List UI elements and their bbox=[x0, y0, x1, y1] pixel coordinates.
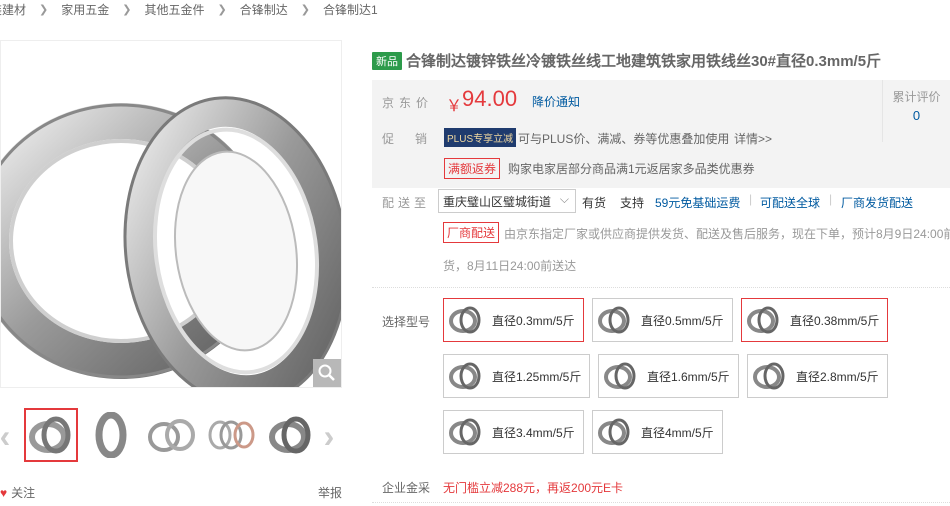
variant-option[interactable]: 直径1.25mm/5斤 bbox=[443, 354, 591, 398]
address-value: 重庆璧山区璧城街道 bbox=[443, 194, 552, 209]
breadcrumb-item[interactable]: 家用五金 bbox=[61, 1, 109, 18]
heart-icon: ♥ bbox=[0, 485, 8, 500]
main-product-image[interactable] bbox=[0, 40, 342, 388]
service-free-shipping[interactable]: 59元免基础运费 bbox=[655, 194, 740, 211]
variant-thumbnail bbox=[446, 357, 486, 395]
support-label: 支持 bbox=[620, 196, 645, 210]
price-summary: 京东价 ￥ 94.00 降价通知 累计评价 0 促销 PLUS专享立减 可与PL… bbox=[372, 80, 950, 188]
variant-thumbnail bbox=[750, 357, 790, 395]
review-count[interactable]: 0 bbox=[883, 108, 950, 123]
thumbnail[interactable] bbox=[204, 408, 258, 462]
price-currency: ￥ bbox=[446, 98, 463, 115]
variant-option[interactable]: 直径0.5mm/5斤 bbox=[592, 298, 733, 342]
corporate-label: 企业金采 bbox=[382, 481, 431, 495]
breadcrumb-item[interactable]: 其他五金件 bbox=[144, 1, 204, 18]
factory-desc: 由京东指定厂家或供应商提供发货、配送及售后服务，现在下单，预计8月9日24:00… bbox=[504, 227, 950, 241]
variant-option[interactable]: 直径1.6mm/5斤 bbox=[598, 354, 739, 398]
variant-option[interactable]: 直径0.38mm/5斤 bbox=[741, 298, 889, 342]
variant-thumbnail bbox=[744, 301, 784, 339]
search-icon bbox=[318, 364, 335, 381]
promo-desc: 可与PLUS价、满减、券等优惠叠加使用 bbox=[518, 132, 730, 146]
thumbnail[interactable] bbox=[144, 408, 198, 462]
service-global[interactable]: 可配送全球 bbox=[760, 194, 820, 211]
product-title-row: 新品 合锋制达镀锌铁丝冷镀铁丝线工地建筑铁家用铁线丝30#直径0.3mm/5斤 bbox=[372, 50, 950, 71]
zoom-button[interactable] bbox=[313, 359, 341, 387]
variant-option[interactable]: 直径2.8mm/5斤 bbox=[747, 354, 888, 398]
plus-badge: PLUS专享立减 bbox=[444, 128, 517, 147]
factory-desc-2: 货，8月11日24:00前送达 bbox=[443, 259, 577, 273]
variant-option-label: 直径0.38mm/5斤 bbox=[790, 313, 880, 328]
thumb-prev-button[interactable]: ‹ bbox=[0, 418, 14, 454]
variant-option-label: 直径1.6mm/5斤 bbox=[647, 369, 730, 384]
coupon-tag: 满额返券 bbox=[444, 158, 501, 179]
variant-option-label: 直径0.5mm/5斤 bbox=[641, 313, 724, 328]
thumbnail[interactable] bbox=[24, 408, 78, 462]
section-divider bbox=[372, 502, 950, 503]
review-block[interactable]: 累计评价 0 bbox=[882, 80, 950, 142]
variant-thumbnail bbox=[601, 357, 641, 395]
divider: | bbox=[749, 192, 753, 206]
delivery-label: 配送至 bbox=[382, 196, 431, 210]
promo-label: 促销 bbox=[382, 132, 449, 146]
thumbnail[interactable] bbox=[84, 408, 138, 462]
price-label: 京东价 bbox=[382, 96, 434, 110]
review-label: 累计评价 bbox=[892, 90, 941, 104]
variant-thumbnail bbox=[446, 301, 486, 339]
factory-tag: 厂商配送 bbox=[443, 222, 500, 243]
new-badge: 新品 bbox=[372, 51, 402, 70]
breadcrumb-item[interactable]: 合锋制达1 bbox=[323, 1, 378, 18]
breadcrumb: 家装建材 ❯ 家用五金 ❯ 其他五金件 ❯ 合锋制达 ❯ 合锋制达1 bbox=[0, 0, 950, 18]
report-link[interactable]: 举报 bbox=[318, 484, 342, 501]
corporate-desc: 无门槛立减288元，再返200元E卡 bbox=[443, 481, 624, 495]
breadcrumb-item[interactable]: 合锋制达 bbox=[240, 1, 288, 18]
service-factory[interactable]: 厂商发货配送 bbox=[841, 194, 913, 211]
chevron-down-icon: ⌵ bbox=[559, 192, 569, 206]
chevron-right-icon: ❯ bbox=[300, 3, 310, 16]
follow-button[interactable]: ♥ 关注 bbox=[0, 484, 35, 501]
divider: | bbox=[829, 192, 833, 206]
stock-status: 有货 bbox=[582, 196, 607, 210]
thumbnail[interactable] bbox=[264, 408, 318, 462]
variant-option[interactable]: 直径4mm/5斤 bbox=[592, 410, 723, 454]
variant-option[interactable]: 直径0.3mm/5斤 bbox=[443, 298, 584, 342]
variant-option-label: 直径0.3mm/5斤 bbox=[492, 313, 575, 328]
promo-detail-link[interactable]: 详情>> bbox=[734, 130, 772, 147]
variant-thumbnail bbox=[446, 413, 486, 451]
product-title: 合锋制达镀锌铁丝冷镀铁丝线工地建筑铁家用铁线丝30#直径0.3mm/5斤 bbox=[406, 53, 882, 70]
thumbnail-list bbox=[24, 408, 318, 462]
variant-option-label: 直径2.8mm/5斤 bbox=[796, 369, 879, 384]
coupon-desc: 购家电家居部分商品满1元返居家多品类优惠券 bbox=[508, 162, 755, 176]
chevron-right-icon: ❯ bbox=[122, 3, 132, 16]
variant-option-label: 直径4mm/5斤 bbox=[641, 425, 714, 440]
thumb-next-button[interactable]: › bbox=[320, 418, 338, 454]
price-value: 94.00 bbox=[462, 86, 518, 111]
wire-coil-image bbox=[1, 96, 341, 387]
variant-option-label: 直径1.25mm/5斤 bbox=[492, 369, 582, 384]
chevron-right-icon: ❯ bbox=[39, 3, 49, 16]
section-divider bbox=[372, 287, 950, 288]
variant-thumbnail bbox=[595, 413, 635, 451]
breadcrumb-item[interactable]: 家装建材 bbox=[0, 1, 26, 18]
chevron-right-icon: ❯ bbox=[217, 3, 227, 16]
variant-option-label: 直径3.4mm/5斤 bbox=[492, 425, 575, 440]
variant-thumbnail bbox=[595, 301, 635, 339]
follow-label: 关注 bbox=[11, 486, 36, 500]
price-notify-link[interactable]: 降价通知 bbox=[532, 93, 580, 110]
variant-label: 选择型号 bbox=[382, 315, 431, 329]
address-select[interactable]: 重庆璧山区璧城街道 ⌵ bbox=[438, 189, 576, 213]
variant-option[interactable]: 直径3.4mm/5斤 bbox=[443, 410, 584, 454]
